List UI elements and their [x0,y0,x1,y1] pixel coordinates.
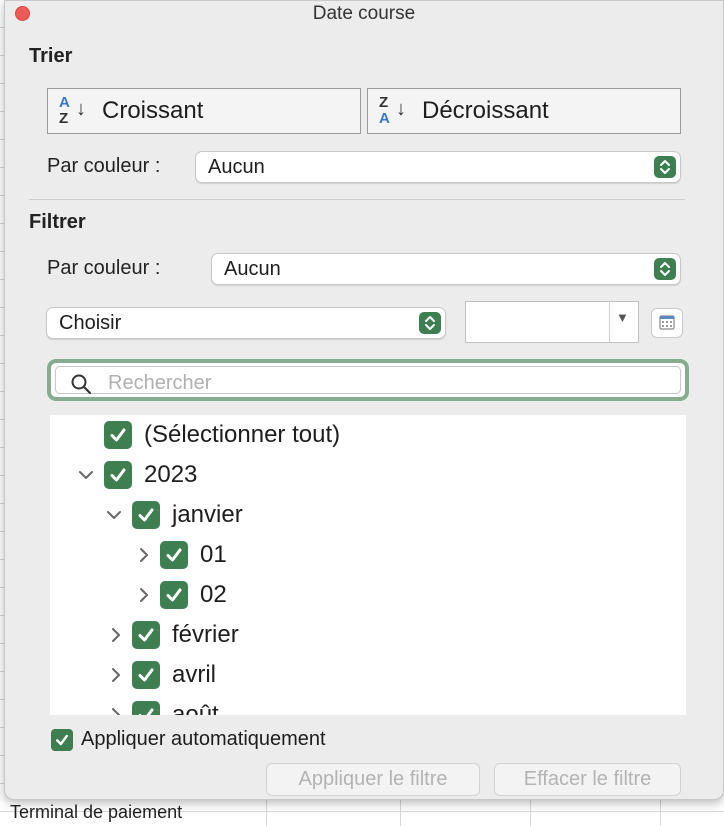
filter-section-label: Filtrer [29,211,86,233]
filter-value-tree: (Sélectionner tout) 2023 janvier 01 02 f… [50,415,686,715]
sort-ascending-icon: A Z ↓ [59,94,86,127]
tree-item-label: (Sélectionner tout) [144,421,341,448]
sort-descending-icon: Z A ↓ [379,94,406,127]
filter-condition-select[interactable]: Choisir [46,307,446,339]
tree-item-label: août [172,701,219,715]
checkmark-icon [138,708,154,715]
tree-item-fevrier[interactable]: février [112,617,239,653]
checkmark-icon [138,628,154,642]
search-placeholder: Rechercher [108,372,212,394]
stepper-icon [654,156,676,178]
search-input[interactable]: Rechercher [55,366,681,395]
checkmark-icon [166,588,182,602]
chevron-down-icon[interactable]: ▼ [616,310,629,325]
filter-value-combobox[interactable]: ▼ [465,301,639,343]
stepper-icon [654,258,676,280]
tree-item-02[interactable]: 02 [140,577,227,613]
tree-item-janvier[interactable]: janvier [107,497,243,533]
apply-filter-button[interactable]: Appliquer le filtre [266,763,480,796]
search-icon [71,374,92,395]
sort-by-color-label: Par couleur : [47,155,161,177]
chevron-down-icon[interactable] [104,505,124,525]
chevron-right-icon[interactable] [134,545,154,565]
auto-apply-checkbox-row[interactable]: Appliquer automatiquement [51,728,326,751]
filter-by-color-value: Aucun [224,258,281,280]
checkmark-icon [110,428,126,442]
chevron-right-icon[interactable] [106,705,126,715]
tree-item-select-all[interactable]: (Sélectionner tout) [104,417,340,453]
tree-item-label: 01 [200,541,227,568]
checkbox[interactable] [132,661,160,689]
checkmark-icon [110,468,126,482]
auto-apply-label: Appliquer automatiquement [81,728,326,750]
checkbox[interactable] [132,621,160,649]
section-divider [29,199,685,200]
calendar-icon [659,315,675,330]
search-box[interactable]: Rechercher [47,359,689,401]
tree-item-aout[interactable]: août [112,697,219,715]
sort-by-color-select[interactable]: Aucun [195,151,681,183]
clear-filter-button[interactable]: Effacer le filtre [494,763,681,796]
checkbox[interactable] [104,461,132,489]
sort-descending-label: Décroissant [422,97,549,124]
filter-condition-value: Choisir [59,312,122,334]
checkbox[interactable] [104,421,132,449]
sort-by-color-value: Aucun [208,156,265,178]
chevron-right-icon[interactable] [134,585,154,605]
checkbox[interactable] [160,541,188,569]
tree-item-label: janvier [172,501,243,528]
checkbox[interactable] [160,581,188,609]
background-cell-text: Terminal de paiement [10,802,183,822]
tree-item-label: février [172,621,239,648]
sort-descending-button[interactable]: Z A ↓ Décroissant [367,88,681,134]
stepper-icon [419,312,441,334]
checkbox[interactable] [51,728,73,751]
checkbox[interactable] [132,701,160,715]
checkmark-icon [138,508,154,522]
tree-item-label: 2023 [144,461,198,488]
filter-by-color-select[interactable]: Aucun [211,253,681,285]
calendar-button[interactable] [651,308,683,338]
tree-item-2023[interactable]: 2023 [79,457,198,493]
checkmark-icon [166,548,182,562]
tree-item-avril[interactable]: avril [112,657,217,693]
checkmark-icon [56,734,68,745]
tree-item-label: avril [172,661,217,688]
sort-section-label: Trier [29,45,73,67]
tree-item-label: 02 [200,581,227,608]
window-title: Date course [312,3,416,24]
checkmark-icon [138,668,154,682]
checkbox[interactable] [132,501,160,529]
sort-ascending-label: Croissant [102,97,204,124]
tree-item-01[interactable]: 01 [140,537,227,573]
chevron-down-icon[interactable] [76,465,96,485]
chevron-right-icon[interactable] [106,625,126,645]
filter-by-color-label: Par couleur : [47,257,161,279]
sort-ascending-button[interactable]: A Z ↓ Croissant [47,88,361,134]
chevron-right-icon[interactable] [106,665,126,685]
filter-popover: Date course Trier A Z ↓ Croissant Z A ↓ … [4,0,724,800]
